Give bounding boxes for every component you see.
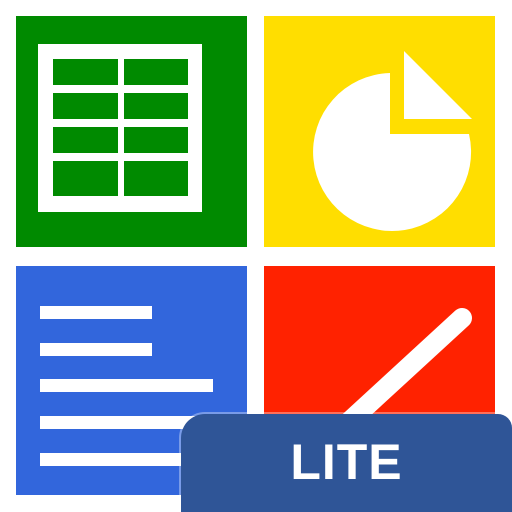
pie-chart-icon [264,16,495,247]
app-icon: LITE [0,0,512,512]
lite-label: LITE [290,434,403,490]
spreadsheet-grid-icon [16,16,247,247]
presentation-tile [264,16,495,247]
spreadsheet-tile [16,16,247,247]
lite-badge: LITE [181,414,512,512]
